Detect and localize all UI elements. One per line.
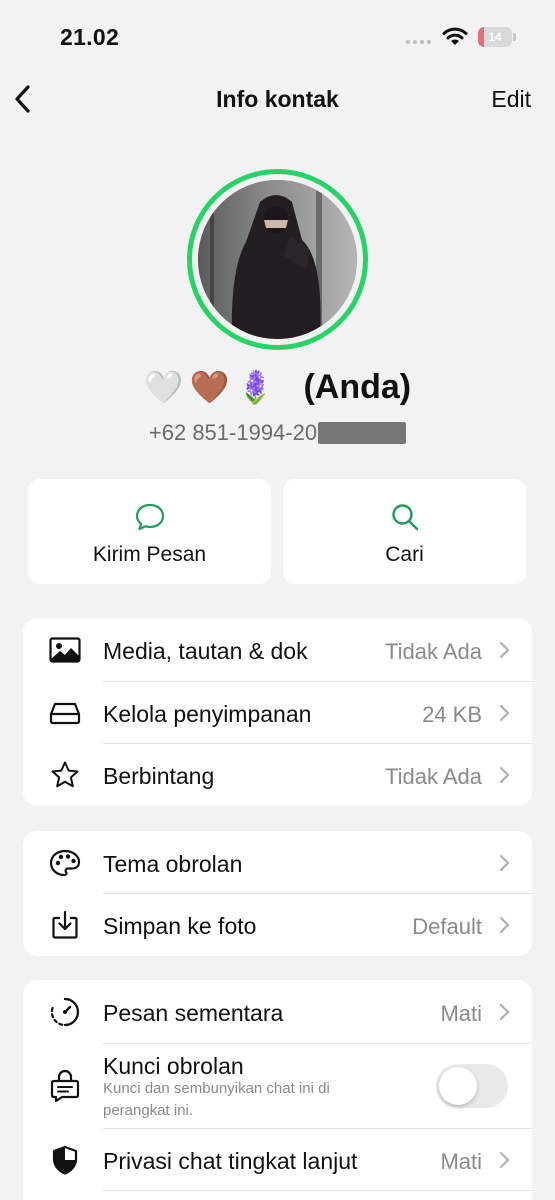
chevron-right-icon [499, 766, 510, 784]
chevron-right-icon [499, 1003, 510, 1021]
lock-chat-icon [50, 1069, 80, 1103]
white-heart-emoji: 🤍 [143, 368, 184, 406]
name-suffix: (Anda) [303, 367, 412, 406]
privacy-group: Pesan sementara Mati Kunci obrolan Kunci… [23, 980, 532, 1200]
status-bar: 21.02 14 [0, 0, 555, 70]
row-label: Privasi chat tingkat lanjut [103, 1148, 358, 1174]
name-emojis: 🤍 🤎 🪻 [144, 368, 276, 406]
row-save-to-photos[interactable]: Simpan ke foto Default [23, 894, 532, 956]
image-icon [49, 637, 81, 663]
chat-bubble-icon [135, 503, 164, 531]
row-label: Berbintang [103, 763, 215, 789]
chevron-right-icon [499, 704, 510, 722]
hyacinth-emoji: 🪻 [235, 368, 276, 406]
row-chat-theme[interactable]: Tema obrolan [23, 832, 532, 894]
row-chat-lock: Kunci obrolan Kunci dan sembunyikan chat… [23, 1044, 532, 1128]
status-ring [187, 169, 368, 350]
chat-lock-description-line2: perangkat ini. [103, 1102, 194, 1119]
row-value: Mati [440, 1149, 482, 1174]
phone-number[interactable]: +62 851-1994-20 [149, 420, 317, 446]
cellular-signal-icon [406, 40, 431, 44]
send-message-button[interactable]: Kirim Pesan [28, 479, 271, 584]
row-value: Default [412, 914, 482, 939]
row-starred[interactable]: Berbintang Tidak Ada [23, 744, 532, 806]
brown-heart-emoji: 🤎 [189, 368, 230, 406]
chat-lock-toggle[interactable] [436, 1064, 508, 1108]
redaction-block [318, 422, 407, 444]
row-value: Mati [440, 1001, 482, 1026]
row-label: Tema obrolan [103, 851, 243, 877]
chevron-right-icon [499, 854, 510, 872]
toggle-knob [439, 1067, 477, 1105]
chat-settings-group: Tema obrolan Simpan ke foto Default [23, 831, 532, 956]
page-title: Info kontak [216, 86, 339, 112]
chevron-right-icon [499, 1151, 510, 1169]
row-value: Tidak Ada [384, 764, 482, 789]
divider [103, 1190, 532, 1191]
row-label: Kelola penyimpanan [103, 701, 312, 727]
profile-photo [198, 180, 357, 339]
row-label: Kunci obrolan [103, 1053, 244, 1079]
search-label: Cari [385, 543, 424, 566]
palette-icon [49, 849, 81, 877]
row-advanced-chat-privacy[interactable]: Privasi chat tingkat lanjut Mati [23, 1129, 532, 1191]
row-media-links-docs[interactable]: Media, tautan & dok Tidak Ada [23, 619, 532, 681]
row-value: Tidak Ada [384, 639, 482, 664]
search-icon [391, 504, 418, 531]
send-message-label: Kirim Pesan [92, 543, 207, 566]
avatar[interactable] [198, 180, 357, 339]
row-label: Pesan sementara [103, 1000, 284, 1026]
search-button[interactable]: Cari [283, 479, 526, 584]
chat-lock-description-line1: Kunci dan sembunyikan chat ini di [103, 1080, 330, 1097]
edit-button[interactable]: Edit [491, 86, 531, 113]
star-icon [51, 761, 79, 788]
status-time: 21.02 [60, 24, 120, 50]
save-download-icon [52, 910, 78, 939]
chevron-right-icon [499, 916, 510, 934]
nav-bar: Info kontak Edit [0, 70, 555, 130]
battery-level: 14 [488, 30, 502, 44]
row-label: Media, tautan & dok [103, 638, 308, 664]
row-disappearing-messages[interactable]: Pesan sementara Mati [23, 981, 532, 1043]
battery-icon: 14 [478, 27, 516, 47]
timer-icon [50, 997, 80, 1027]
chevron-right-icon [499, 641, 510, 659]
contact-name: 🤍 🤎 🪻 (Anda) [0, 362, 555, 412]
row-value: 24 KB [422, 702, 482, 727]
wifi-icon [442, 27, 468, 45]
row-label: Simpan ke foto [103, 913, 257, 939]
media-group: Media, tautan & dok Tidak Ada Kelola pen… [23, 618, 532, 806]
phone-row: +62 851-1994-20 [0, 418, 555, 448]
row-manage-storage[interactable]: Kelola penyimpanan 24 KB [23, 682, 532, 744]
storage-icon [49, 702, 81, 725]
shield-icon [52, 1145, 78, 1175]
